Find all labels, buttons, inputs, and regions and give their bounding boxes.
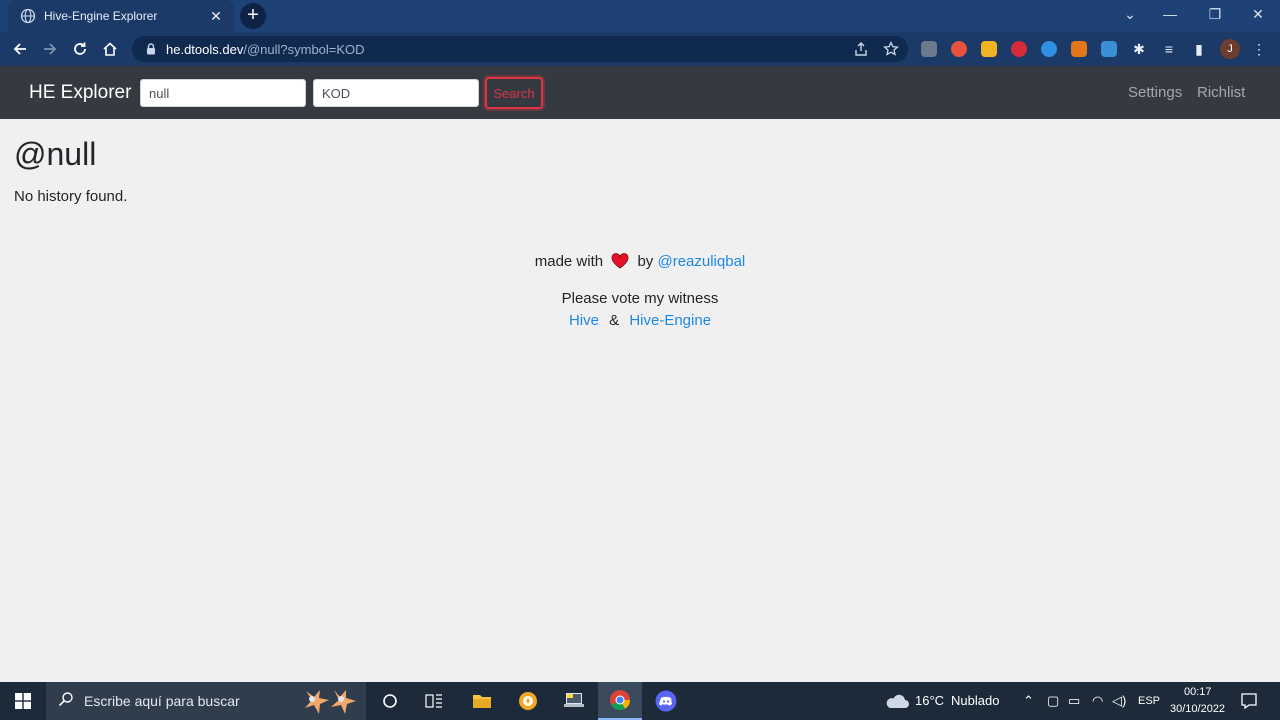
weather-condition[interactable]: Nublado — [951, 693, 999, 708]
clock-time[interactable]: 00:17 — [1184, 686, 1212, 698]
screen-extension-icon[interactable] — [1101, 41, 1117, 57]
meet-now-icon[interactable]: ▢ — [1047, 693, 1059, 709]
hive-witness-link[interactable]: Hive — [569, 312, 599, 329]
by-text: by — [637, 253, 654, 270]
ampersand-text: & — [609, 312, 620, 329]
taskbar-search-placeholder: Escribe aquí para buscar — [84, 693, 240, 709]
star-icon[interactable] — [883, 41, 899, 57]
vote-text: Please vote my witness — [561, 290, 719, 307]
url-host: he.dtools.dev — [166, 41, 244, 57]
cloud-weather-icon[interactable] — [884, 692, 910, 715]
minimize-button[interactable]: — — [1150, 0, 1190, 30]
language-indicator[interactable]: ESP — [1138, 695, 1160, 707]
reading-list-icon[interactable]: ≡ — [1160, 40, 1178, 58]
profile-avatar[interactable]: J — [1220, 39, 1240, 59]
chrome-taskbar-icon[interactable] — [598, 682, 642, 720]
browser-tabstrip: Hive-Engine Explorer ✕ + ⌄ — ❐ ✕ — [0, 0, 1280, 32]
wifi-icon[interactable]: ◠ — [1092, 693, 1103, 709]
lock-icon[interactable] — [144, 42, 158, 56]
taskbar-search-box[interactable]: Escribe aquí para buscar — [46, 682, 366, 720]
brave-browser-icon[interactable] — [506, 682, 550, 720]
notification-icon[interactable] — [1240, 692, 1258, 715]
volume-icon[interactable]: ◁) — [1112, 693, 1126, 709]
forward-icon[interactable] — [38, 37, 62, 61]
account-input[interactable] — [140, 79, 306, 107]
laptop-app-icon[interactable] — [552, 682, 596, 720]
weather-temperature[interactable]: 16°C — [915, 693, 944, 708]
close-window-button[interactable]: ✕ — [1238, 0, 1278, 30]
red-extension-icon[interactable] — [951, 41, 967, 57]
footer-spacer — [0, 274, 1280, 289]
nav-link-richlist[interactable]: Richlist — [1197, 84, 1245, 101]
browser-toolbar: he.dtools.dev/@null?symbol=KOD ✱ ≡ ▮ J ⋮ — [0, 32, 1280, 66]
task-view-icon[interactable] — [412, 682, 456, 720]
made-with-text: made with — [534, 253, 604, 270]
page-title: @null — [14, 136, 97, 172]
share-icon[interactable] — [853, 41, 869, 57]
search-highlight-illustration-icon — [296, 686, 362, 720]
tray-chevron-up-icon[interactable]: ⌃ — [1023, 693, 1034, 709]
reload-icon[interactable] — [68, 37, 92, 61]
discord-icon[interactable] — [644, 682, 688, 720]
skype-extension-icon[interactable] — [921, 41, 937, 57]
extensions-icon[interactable]: ✱ — [1130, 40, 1148, 58]
metamask-extension-icon[interactable] — [1071, 41, 1087, 57]
cortana-icon[interactable] — [368, 682, 412, 720]
windows-start-icon[interactable] — [0, 682, 46, 720]
browser-tab[interactable]: Hive-Engine Explorer ✕ — [8, 0, 234, 32]
clock-extension-icon[interactable] — [1041, 41, 1057, 57]
search-icon — [58, 691, 74, 712]
tab-close-icon[interactable]: ✕ — [208, 8, 224, 25]
hive-engine-witness-link[interactable]: Hive-Engine — [629, 312, 711, 329]
key-extension-icon[interactable] — [1011, 41, 1027, 57]
battery-icon[interactable]: ▭ — [1068, 693, 1080, 709]
nav-link-settings[interactable]: Settings — [1128, 84, 1182, 101]
side-panel-icon[interactable]: ▮ — [1190, 40, 1208, 58]
back-icon[interactable] — [8, 37, 32, 61]
empty-history-message: No history found. — [14, 188, 128, 205]
menu-icon[interactable]: ⋮ — [1250, 40, 1268, 58]
windows-taskbar: Escribe aquí para buscar 16°C Nublado ⌃ … — [0, 682, 1280, 720]
author-link[interactable]: @reazuliqbal — [657, 253, 745, 270]
yellow-extension-icon[interactable] — [981, 41, 997, 57]
file-explorer-icon[interactable] — [460, 682, 504, 720]
heart-icon — [611, 253, 629, 275]
clock-date[interactable]: 30/10/2022 — [1170, 703, 1225, 715]
search-button[interactable]: Search — [485, 77, 543, 109]
symbol-input[interactable] — [313, 79, 479, 107]
tab-search-icon[interactable]: ⌄ — [1110, 0, 1150, 30]
url-path: /@null?symbol=KOD — [243, 41, 365, 57]
globe-icon — [20, 8, 36, 24]
site-navbar: HE Explorer Search Settings Richlist — [0, 66, 1280, 119]
tab-title: Hive-Engine Explorer — [44, 9, 158, 23]
new-tab-button[interactable]: + — [240, 3, 266, 29]
restore-button[interactable]: ❐ — [1195, 0, 1235, 30]
home-icon[interactable] — [98, 37, 122, 61]
address-bar[interactable]: he.dtools.dev/@null?symbol=KOD — [132, 36, 908, 62]
brand-link[interactable]: HE Explorer — [29, 82, 131, 104]
footer: made with by @reazuliqbal Please vote my… — [0, 252, 1280, 333]
